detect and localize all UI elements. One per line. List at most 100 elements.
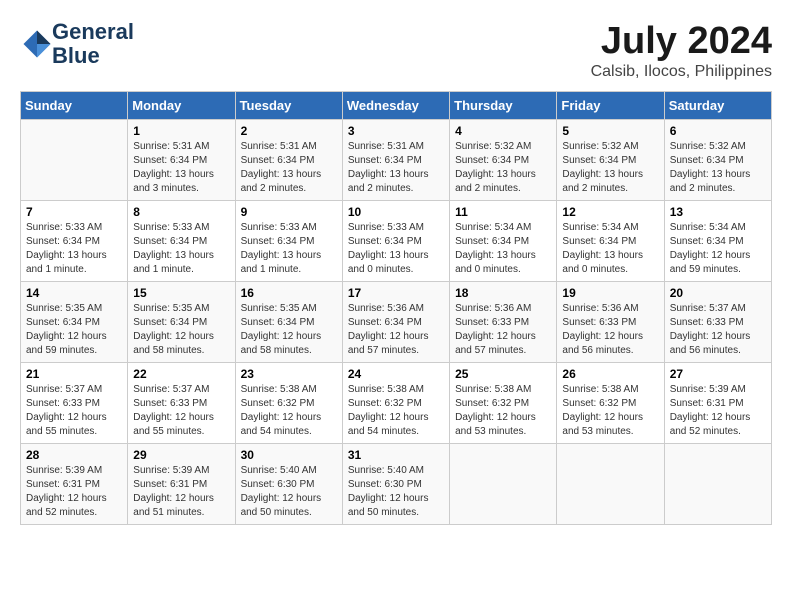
header-friday: Friday (557, 92, 664, 120)
day-number: 21 (26, 367, 122, 381)
calendar-cell: 19 Sunrise: 5:36 AM Sunset: 6:33 PM Dayli… (557, 282, 664, 363)
calendar-cell: 9 Sunrise: 5:33 AM Sunset: 6:34 PM Daylig… (235, 201, 342, 282)
calendar-cell: 13 Sunrise: 5:34 AM Sunset: 6:34 PM Dayli… (664, 201, 771, 282)
day-number: 14 (26, 286, 122, 300)
day-number: 10 (348, 205, 444, 219)
day-number: 15 (133, 286, 229, 300)
day-info: Sunrise: 5:39 AM Sunset: 6:31 PM Dayligh… (26, 464, 122, 520)
day-number: 31 (348, 448, 444, 462)
day-number: 13 (670, 205, 766, 219)
header-wednesday: Wednesday (342, 92, 449, 120)
day-number: 6 (670, 124, 766, 138)
calendar-cell: 26 Sunrise: 5:38 AM Sunset: 6:32 PM Dayli… (557, 363, 664, 444)
day-number: 26 (562, 367, 658, 381)
day-info: Sunrise: 5:36 AM Sunset: 6:33 PM Dayligh… (562, 302, 658, 358)
calendar-cell: 3 Sunrise: 5:31 AM Sunset: 6:34 PM Daylig… (342, 120, 449, 201)
calendar-cell: 21 Sunrise: 5:37 AM Sunset: 6:33 PM Dayli… (21, 363, 128, 444)
day-number: 8 (133, 205, 229, 219)
calendar-week-row: 1 Sunrise: 5:31 AM Sunset: 6:34 PM Daylig… (21, 120, 772, 201)
day-info: Sunrise: 5:37 AM Sunset: 6:33 PM Dayligh… (670, 302, 766, 358)
calendar-cell: 10Sunrise: 5:33 AM Sunset: 6:34 PM Dayli… (342, 201, 449, 282)
day-number: 23 (241, 367, 337, 381)
calendar-cell: 27Sunrise: 5:39 AM Sunset: 6:31 PM Dayli… (664, 363, 771, 444)
calendar-cell: 23 Sunrise: 5:38 AM Sunset: 6:32 PM Dayli… (235, 363, 342, 444)
header-saturday: Saturday (664, 92, 771, 120)
header-sunday: Sunday (21, 92, 128, 120)
day-info: Sunrise: 5:40 AM Sunset: 6:30 PM Dayligh… (241, 464, 337, 520)
calendar-cell: 14Sunrise: 5:35 AM Sunset: 6:34 PM Dayli… (21, 282, 128, 363)
day-number: 27 (670, 367, 766, 381)
calendar-header-row: SundayMondayTuesdayWednesdayThursdayFrid… (21, 92, 772, 120)
day-info: Sunrise: 5:33 AM Sunset: 6:34 PM Dayligh… (133, 221, 229, 277)
day-info: Sunrise: 5:32 AM Sunset: 6:34 PM Dayligh… (670, 140, 766, 196)
day-info: Sunrise: 5:35 AM Sunset: 6:34 PM Dayligh… (133, 302, 229, 358)
day-info: Sunrise: 5:34 AM Sunset: 6:34 PM Dayligh… (562, 221, 658, 277)
day-number: 25 (455, 367, 551, 381)
calendar-cell: 8 Sunrise: 5:33 AM Sunset: 6:34 PM Daylig… (128, 201, 235, 282)
day-number: 2 (241, 124, 337, 138)
day-info: Sunrise: 5:34 AM Sunset: 6:34 PM Dayligh… (670, 221, 766, 277)
day-info: Sunrise: 5:38 AM Sunset: 6:32 PM Dayligh… (348, 383, 444, 439)
calendar-cell: 4 Sunrise: 5:32 AM Sunset: 6:34 PM Daylig… (450, 120, 557, 201)
calendar-cell: 17Sunrise: 5:36 AM Sunset: 6:34 PM Dayli… (342, 282, 449, 363)
calendar-cell (450, 444, 557, 525)
day-number: 20 (670, 286, 766, 300)
day-number: 4 (455, 124, 551, 138)
month-year: July 2024 (591, 20, 772, 63)
day-info: Sunrise: 5:33 AM Sunset: 6:34 PM Dayligh… (26, 221, 122, 277)
header-thursday: Thursday (450, 92, 557, 120)
day-info: Sunrise: 5:32 AM Sunset: 6:34 PM Dayligh… (455, 140, 551, 196)
calendar-week-row: 14 Sunrise: 5:35 AM Sunset: 6:34 PM Dayli… (21, 282, 772, 363)
day-info: Sunrise: 5:34 AM Sunset: 6:34 PM Dayligh… (455, 221, 551, 277)
day-number: 30 (241, 448, 337, 462)
day-info: Sunrise: 5:40 AM Sunset: 6:30 PM Dayligh… (348, 464, 444, 520)
day-info: Sunrise: 5:38 AM Sunset: 6:32 PM Dayligh… (241, 383, 337, 439)
day-number: 12 (562, 205, 658, 219)
calendar-week-row: 28 Sunrise: 5:39 AM Sunset: 6:31 PM Dayli… (21, 444, 772, 525)
calendar-cell: 31 Sunrise: 5:40 AM Sunset: 6:30 PM Dayli… (342, 444, 449, 525)
day-info: Sunrise: 5:38 AM Sunset: 6:32 PM Dayligh… (455, 383, 551, 439)
location: Calsib, Ilocos, Philippines (591, 63, 772, 81)
day-number: 22 (133, 367, 229, 381)
day-info: Sunrise: 5:37 AM Sunset: 6:33 PM Dayligh… (26, 383, 122, 439)
day-number: 11 (455, 205, 551, 219)
calendar-week-row: 7Sunrise: 5:33 AM Sunset: 6:34 PM Daylig… (21, 201, 772, 282)
day-number: 3 (348, 124, 444, 138)
calendar-cell: 1 Sunrise: 5:31 AM Sunset: 6:34 PM Daylig… (128, 120, 235, 201)
page-header: General Blue July 2024 Calsib, Ilocos, P… (20, 20, 772, 81)
calendar-cell: 5 Sunrise: 5:32 AM Sunset: 6:34 PM Daylig… (557, 120, 664, 201)
calendar-cell: 11 Sunrise: 5:34 AM Sunset: 6:34 PM Dayli… (450, 201, 557, 282)
calendar-cell: 18 Sunrise: 5:36 AM Sunset: 6:33 PM Dayli… (450, 282, 557, 363)
day-number: 9 (241, 205, 337, 219)
day-info: Sunrise: 5:32 AM Sunset: 6:34 PM Dayligh… (562, 140, 658, 196)
day-number: 19 (562, 286, 658, 300)
day-number: 5 (562, 124, 658, 138)
day-info: Sunrise: 5:31 AM Sunset: 6:34 PM Dayligh… (133, 140, 229, 196)
day-info: Sunrise: 5:36 AM Sunset: 6:33 PM Dayligh… (455, 302, 551, 358)
day-info: Sunrise: 5:31 AM Sunset: 6:34 PM Dayligh… (241, 140, 337, 196)
calendar-cell (21, 120, 128, 201)
calendar-cell: 16Sunrise: 5:35 AM Sunset: 6:34 PM Dayli… (235, 282, 342, 363)
calendar-cell: 20 Sunrise: 5:37 AM Sunset: 6:33 PM Dayli… (664, 282, 771, 363)
day-number: 17 (348, 286, 444, 300)
day-info: Sunrise: 5:39 AM Sunset: 6:31 PM Dayligh… (133, 464, 229, 520)
day-number: 28 (26, 448, 122, 462)
calendar-cell: 12 Sunrise: 5:34 AM Sunset: 6:34 PM Dayli… (557, 201, 664, 282)
day-number: 18 (455, 286, 551, 300)
day-number: 16 (241, 286, 337, 300)
calendar-cell: 30 Sunrise: 5:40 AM Sunset: 6:30 PM Dayli… (235, 444, 342, 525)
calendar-cell: 22 Sunrise: 5:37 AM Sunset: 6:33 PM Dayli… (128, 363, 235, 444)
calendar-week-row: 21 Sunrise: 5:37 AM Sunset: 6:33 PM Dayli… (21, 363, 772, 444)
day-number: 1 (133, 124, 229, 138)
day-info: Sunrise: 5:37 AM Sunset: 6:33 PM Dayligh… (133, 383, 229, 439)
day-info: Sunrise: 5:31 AM Sunset: 6:34 PM Dayligh… (348, 140, 444, 196)
day-number: 29 (133, 448, 229, 462)
calendar-cell: 7Sunrise: 5:33 AM Sunset: 6:34 PM Daylig… (21, 201, 128, 282)
calendar-cell: 28 Sunrise: 5:39 AM Sunset: 6:31 PM Dayli… (21, 444, 128, 525)
day-info: Sunrise: 5:38 AM Sunset: 6:32 PM Dayligh… (562, 383, 658, 439)
header-monday: Monday (128, 92, 235, 120)
day-info: Sunrise: 5:33 AM Sunset: 6:34 PM Dayligh… (241, 221, 337, 277)
calendar-cell: 29 Sunrise: 5:39 AM Sunset: 6:31 PM Dayli… (128, 444, 235, 525)
header-tuesday: Tuesday (235, 92, 342, 120)
calendar-cell (557, 444, 664, 525)
